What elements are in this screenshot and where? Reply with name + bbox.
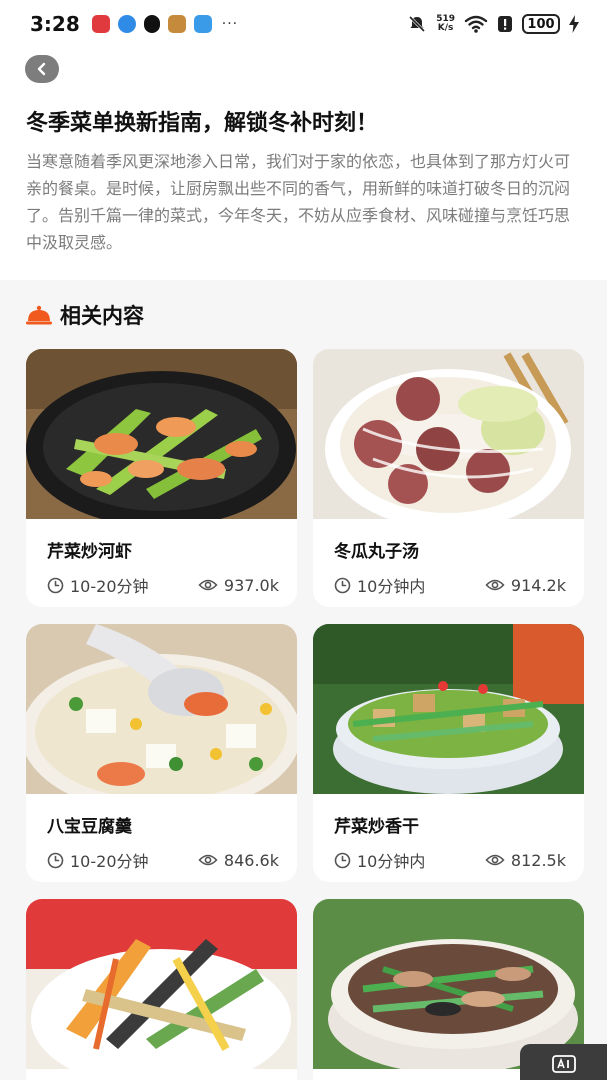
cook-time: 10分钟内 xyxy=(334,848,425,872)
cook-time: 10-20分钟 xyxy=(47,848,149,872)
clock-icon xyxy=(47,852,64,868)
qq-icon xyxy=(143,15,160,33)
view-count-label: 812.5k xyxy=(510,850,566,870)
page-title: 冬季菜单换新指南，解锁冬补时刻！ xyxy=(26,111,379,136)
battery-indicator: 100 xyxy=(522,14,560,34)
recipe-image xyxy=(26,899,297,1069)
eye-icon xyxy=(485,579,505,591)
recipe-meta: 10-20分钟 846.6k xyxy=(47,848,279,872)
recipe-meta: 10分钟内 914.2k xyxy=(334,573,566,597)
article-description: 当寒意随着季风更深地渗入日常，我们对于家的依恋，也具体到了那方灯火可亲的餐桌。是… xyxy=(26,152,571,252)
app-notification-icon xyxy=(193,15,212,33)
eye-icon xyxy=(198,579,218,591)
network-speed: 519 K/s xyxy=(436,14,455,33)
chevron-left-icon xyxy=(37,62,46,76)
clock-icon xyxy=(47,577,64,593)
recipe-card[interactable]: 芹菜炒香干 10分钟内 812.5k xyxy=(313,624,584,882)
recipe-image xyxy=(26,624,297,794)
cook-time-label: 10-20分钟 xyxy=(70,577,149,596)
view-count: 914.2k xyxy=(485,576,566,595)
related-section-header: 相关内容 xyxy=(26,300,144,330)
ai-icon xyxy=(551,1055,576,1073)
recipe-card[interactable] xyxy=(26,899,297,1080)
recipe-image xyxy=(26,349,297,519)
view-count-label: 914.2k xyxy=(510,575,566,595)
view-count: 937.0k xyxy=(198,576,279,595)
cook-time-label: 10分钟内 xyxy=(357,577,426,596)
recipe-collection-page: 3:28 ··· 519 K/s 100 冬季菜单换新指南，解锁冬补时刻！ 当寒… xyxy=(0,0,607,1080)
recipe-card[interactable]: 冬瓜丸子汤 10分钟内 914.2k xyxy=(313,349,584,607)
app-notification-icon xyxy=(167,15,186,33)
cook-time: 10-20分钟 xyxy=(47,573,149,597)
back-button[interactable] xyxy=(25,55,59,83)
recipe-card[interactable]: 八宝豆腐羹 10-20分钟 846.6k xyxy=(26,624,297,882)
status-time: 3:28 xyxy=(30,12,80,36)
clock-icon xyxy=(334,577,351,593)
cook-time-label: 10分钟内 xyxy=(357,852,426,871)
eye-icon xyxy=(485,854,505,866)
mute-icon xyxy=(409,15,426,33)
status-bar: 3:28 ··· 519 K/s 100 xyxy=(0,0,607,48)
more-notifications-icon: ··· xyxy=(221,16,239,32)
charging-icon xyxy=(569,15,579,33)
recipe-name: 芹菜炒河虾 xyxy=(47,542,132,562)
app-notification-icon xyxy=(91,15,110,33)
cook-time: 10分钟内 xyxy=(334,573,425,597)
article-header: 冬季菜单换新指南，解锁冬补时刻！ 当寒意随着季风更深地渗入日常，我们对于家的依恋… xyxy=(0,48,607,280)
view-count-label: 937.0k xyxy=(223,575,279,595)
recipe-image xyxy=(313,624,584,794)
recipe-name: 冬瓜丸子汤 xyxy=(334,542,419,562)
view-count: 846.6k xyxy=(198,851,279,870)
cloche-icon xyxy=(26,305,52,325)
ai-assistant-button[interactable] xyxy=(520,1044,607,1080)
sim-alert-icon xyxy=(498,16,512,32)
app-notification-icon xyxy=(117,15,136,33)
view-count: 812.5k xyxy=(485,851,566,870)
recipe-card[interactable]: 芹菜炒河虾 10-20分钟 937.0k xyxy=(26,349,297,607)
recipe-meta: 10分钟内 812.5k xyxy=(334,848,566,872)
eye-icon xyxy=(198,854,218,866)
recipe-meta: 10-20分钟 937.0k xyxy=(47,573,279,597)
recipe-name: 八宝豆腐羹 xyxy=(47,817,132,837)
cook-time-label: 10-20分钟 xyxy=(70,852,149,871)
view-count-label: 846.6k xyxy=(223,850,279,870)
recipe-name: 芹菜炒香干 xyxy=(334,817,419,837)
related-section-title: 相关内容 xyxy=(60,304,144,328)
wifi-icon xyxy=(464,15,488,33)
notification-icons: ··· xyxy=(91,15,239,33)
recipe-image xyxy=(313,349,584,519)
clock-icon xyxy=(334,852,351,868)
